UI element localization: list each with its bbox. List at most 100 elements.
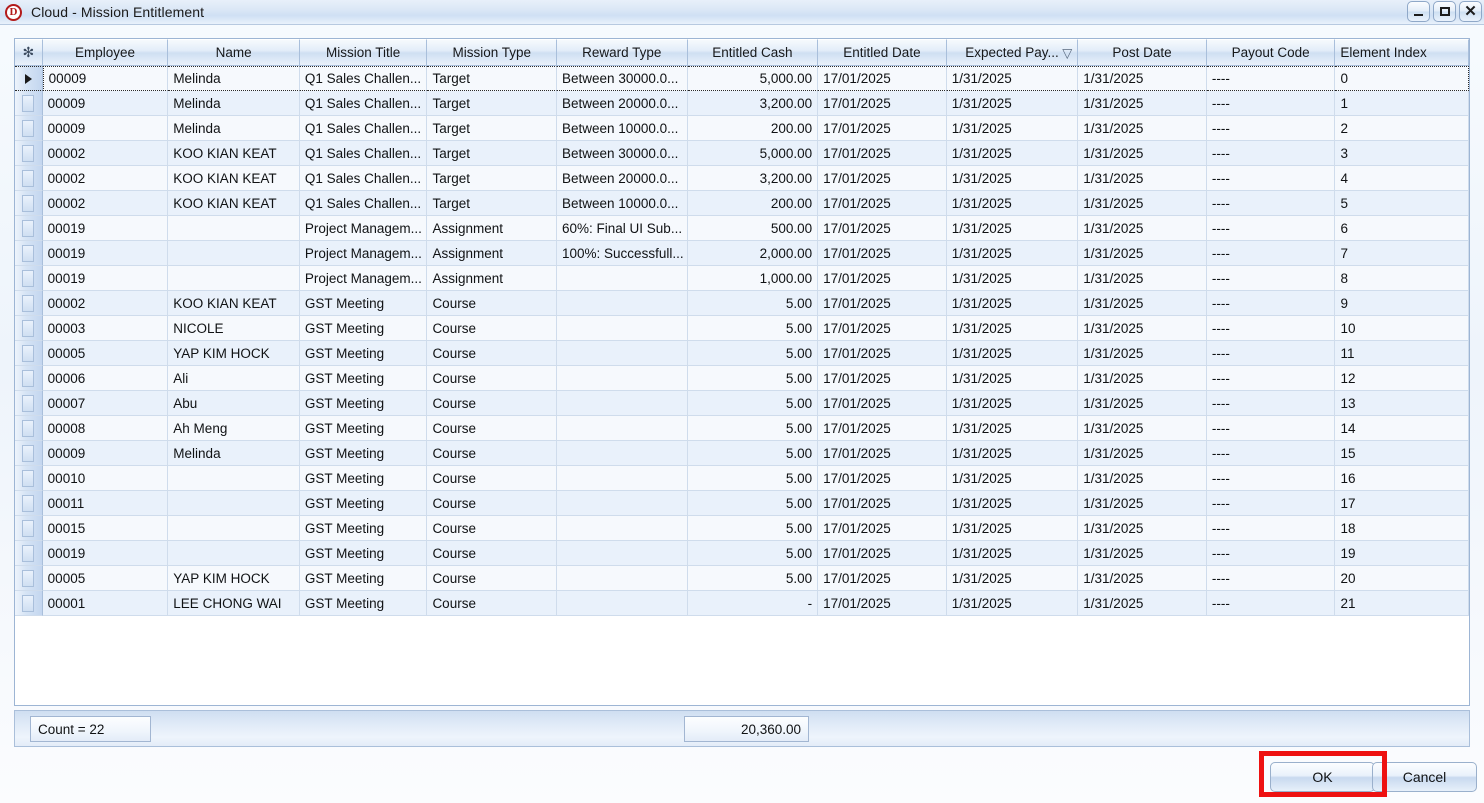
table-cell[interactable]: Ah Meng [168,416,300,441]
table-cell[interactable]: 5.00 [688,466,819,491]
row-selector[interactable] [15,516,43,541]
table-cell[interactable]: 1/31/2025 [947,216,1079,241]
table-cell[interactable]: Melinda [168,91,300,116]
row-selector[interactable] [15,266,43,291]
table-cell[interactable]: Project Managem... [300,241,428,266]
table-cell[interactable]: 1/31/2025 [1078,116,1207,141]
table-cell[interactable]: 1/31/2025 [947,316,1079,341]
table-row[interactable]: 00019Project Managem...Assignment100%: S… [15,241,1469,266]
table-cell[interactable]: ---- [1207,516,1336,541]
minimize-button[interactable] [1407,1,1430,22]
table-cell[interactable]: 17/01/2025 [818,241,947,266]
table-cell[interactable]: 17/01/2025 [818,466,947,491]
table-cell[interactable]: KOO KIAN KEAT [168,291,300,316]
table-cell[interactable] [557,416,688,441]
table-cell[interactable]: GST Meeting [300,591,428,616]
table-cell[interactable]: Between 20000.0... [557,166,688,191]
table-cell[interactable]: 00011 [43,491,169,516]
table-cell[interactable]: 00015 [43,516,169,541]
table-cell[interactable]: 1/31/2025 [947,66,1079,91]
table-cell[interactable]: 1/31/2025 [1078,266,1207,291]
table-cell[interactable]: 17/01/2025 [818,266,947,291]
table-cell[interactable]: Melinda [168,441,300,466]
table-cell[interactable]: Course [427,541,557,566]
row-selector[interactable] [15,216,43,241]
table-cell[interactable]: - [688,591,819,616]
row-selector[interactable] [15,191,43,216]
table-cell[interactable]: KOO KIAN KEAT [168,191,300,216]
table-cell[interactable]: 00009 [43,116,169,141]
table-cell[interactable]: Course [427,516,557,541]
table-cell[interactable]: GST Meeting [300,491,428,516]
row-selector[interactable] [15,116,43,141]
column-header-expected-pay[interactable]: Expected Pay...▽ [947,39,1079,65]
table-cell[interactable]: Q1 Sales Challen... [300,91,428,116]
table-cell[interactable]: ---- [1207,191,1336,216]
table-cell[interactable]: Q1 Sales Challen... [300,166,428,191]
table-cell[interactable]: 1/31/2025 [947,566,1079,591]
table-cell[interactable]: 8 [1335,266,1469,291]
table-cell[interactable]: ---- [1207,316,1336,341]
table-cell[interactable]: 00002 [43,166,169,191]
row-selector[interactable] [15,541,43,566]
table-cell[interactable]: ---- [1207,241,1336,266]
table-cell[interactable]: 5.00 [688,366,819,391]
table-cell[interactable]: 17/01/2025 [818,166,947,191]
table-cell[interactable]: 00009 [43,91,169,116]
table-cell[interactable]: 5.00 [688,341,819,366]
row-selector[interactable] [15,66,43,91]
table-cell[interactable] [557,516,688,541]
grid-body[interactable]: 00009MelindaQ1 Sales Challen...TargetBet… [15,66,1469,616]
table-cell[interactable]: Abu [168,391,300,416]
table-cell[interactable] [557,441,688,466]
table-cell[interactable]: Q1 Sales Challen... [300,141,428,166]
table-cell[interactable]: 1/31/2025 [947,266,1079,291]
table-cell[interactable]: 1/31/2025 [1078,316,1207,341]
table-cell[interactable]: Project Managem... [300,216,428,241]
table-cell[interactable]: Course [427,291,557,316]
table-cell[interactable]: 17/01/2025 [818,91,947,116]
table-cell[interactable]: ---- [1207,541,1336,566]
row-selector[interactable] [15,441,43,466]
table-cell[interactable]: ---- [1207,291,1336,316]
table-row[interactable]: 00002KOO KIAN KEATQ1 Sales Challen...Tar… [15,166,1469,191]
table-cell[interactable]: 1/31/2025 [947,416,1079,441]
table-cell[interactable]: 1/31/2025 [1078,341,1207,366]
table-cell[interactable]: 21 [1335,591,1469,616]
table-cell[interactable]: 1/31/2025 [1078,191,1207,216]
table-cell[interactable]: KOO KIAN KEAT [168,166,300,191]
table-cell[interactable]: 17/01/2025 [818,566,947,591]
table-row[interactable]: 00009MelindaGST MeetingCourse5.0017/01/2… [15,441,1469,466]
table-cell[interactable]: GST Meeting [300,341,428,366]
row-selector[interactable] [15,466,43,491]
table-cell[interactable]: 5.00 [688,391,819,416]
table-cell[interactable]: 00006 [43,366,169,391]
table-cell[interactable]: 17/01/2025 [818,516,947,541]
row-selector[interactable] [15,391,43,416]
table-cell[interactable]: 17/01/2025 [818,441,947,466]
table-row[interactable]: 00005YAP KIM HOCKGST MeetingCourse5.0017… [15,566,1469,591]
table-cell[interactable]: YAP KIM HOCK [168,341,300,366]
table-cell[interactable]: 17/01/2025 [818,491,947,516]
table-row[interactable]: 00005YAP KIM HOCKGST MeetingCourse5.0017… [15,341,1469,366]
column-header-entitled-date[interactable]: Entitled Date [818,39,947,65]
table-cell[interactable] [168,491,300,516]
table-cell[interactable]: 00010 [43,466,169,491]
table-cell[interactable]: Course [427,466,557,491]
table-cell[interactable] [557,291,688,316]
table-cell[interactable]: LEE CHONG WAI [168,591,300,616]
table-cell[interactable]: ---- [1207,341,1336,366]
table-cell[interactable]: 17/01/2025 [818,391,947,416]
table-row[interactable]: 00006AliGST MeetingCourse5.0017/01/20251… [15,366,1469,391]
table-cell[interactable]: 17/01/2025 [818,66,947,91]
table-cell[interactable]: GST Meeting [300,566,428,591]
table-cell[interactable]: 4 [1335,166,1469,191]
table-cell[interactable]: 17/01/2025 [818,291,947,316]
table-cell[interactable] [168,541,300,566]
table-cell[interactable]: 17/01/2025 [818,341,947,366]
table-cell[interactable]: 17/01/2025 [818,141,947,166]
table-cell[interactable]: 15 [1335,441,1469,466]
table-cell[interactable]: Target [427,166,557,191]
table-cell[interactable]: 1/31/2025 [947,391,1079,416]
table-cell[interactable]: Course [427,441,557,466]
